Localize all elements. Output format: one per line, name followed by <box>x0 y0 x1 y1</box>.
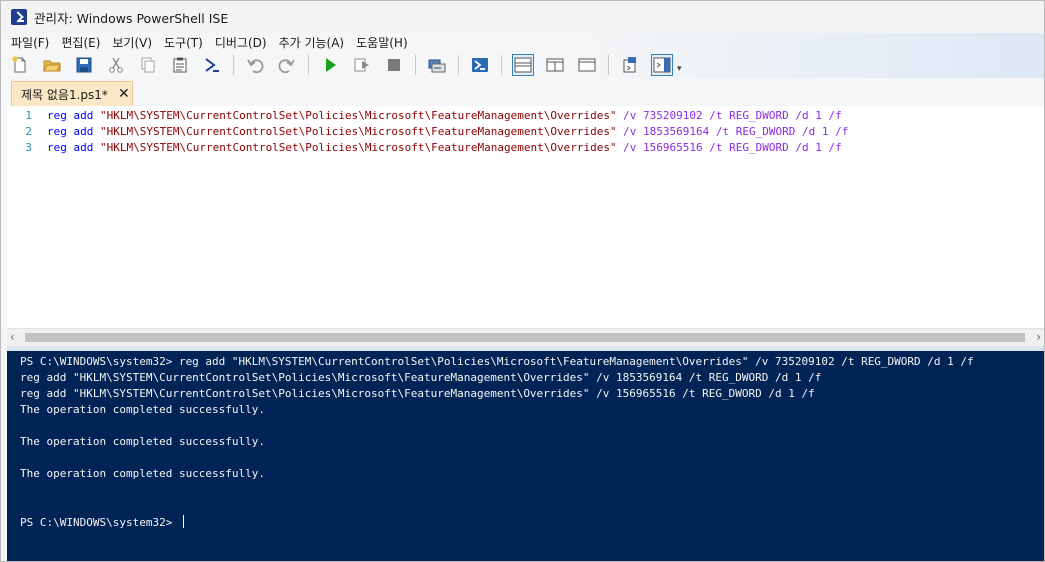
toolbar-separator <box>233 54 234 75</box>
run-selection-icon <box>354 58 369 71</box>
new-file-button[interactable] <box>9 54 31 76</box>
close-icon[interactable]: ✕ <box>118 87 130 101</box>
open-button[interactable] <box>41 54 63 76</box>
menu-file[interactable]: 파일(F) <box>5 34 55 51</box>
paste-icon <box>173 57 187 72</box>
token-command: reg <box>47 125 67 138</box>
line-number: 3 <box>25 141 32 154</box>
copy-icon <box>141 57 155 72</box>
cut-button[interactable] <box>105 54 127 76</box>
script-line: 2 reg add "HKLM\SYSTEM\CurrentControlSet\… <box>7 125 848 141</box>
console-pane[interactable]: PS C:\WINDOWS\system32> reg add "HKLM\SY… <box>7 351 1044 561</box>
menu-bar: 파일(F) 편집(E) 보기(V) 도구(T) 디버그(D) 추가 기능(A) … <box>1 33 1044 51</box>
horizontal-scrollbar[interactable]: ‹ › <box>7 328 1044 346</box>
layout-right-icon <box>546 58 564 71</box>
menu-edit[interactable]: 편집(E) <box>55 34 106 51</box>
token-command: reg <box>47 109 67 122</box>
powershell-ise-window: 관리자: Windows PowerShell ISE 파일(F) 편집(E) … <box>0 0 1045 562</box>
tab-untitled1[interactable]: 제목 없음1.ps1* ✕ <box>11 81 133 106</box>
show-commands-button[interactable] <box>651 53 673 76</box>
text-cursor <box>182 515 184 528</box>
powershell-button[interactable] <box>469 54 491 76</box>
console-line: reg add "HKLM\SYSTEM\CurrentControlSet\P… <box>20 387 815 400</box>
toolbar-separator <box>308 54 309 75</box>
layout-max-button[interactable] <box>576 54 598 76</box>
powershell-ise-icon <box>11 9 27 25</box>
tab-label: 제목 없음1.ps1* <box>21 87 108 102</box>
toolbar-separator <box>501 54 502 75</box>
show-script-icon <box>623 56 636 72</box>
console-prompt: PS C:\WINDOWS\system32> <box>20 516 179 529</box>
menu-help[interactable]: 도움말(H) <box>350 34 414 51</box>
line-number: 1 <box>25 109 32 122</box>
open-folder-icon <box>43 60 61 71</box>
token-argument: add <box>66 141 100 154</box>
token-command: reg <box>47 141 67 154</box>
toolbar: ▾ <box>1 51 1044 78</box>
layout-top-icon <box>514 57 532 72</box>
show-commands-icon <box>653 57 671 72</box>
menu-view[interactable]: 보기(V) <box>106 34 158 51</box>
console-line: PS C:\WINDOWS\system32> reg add "HKLM\SY… <box>20 355 974 368</box>
token-string: "HKLM\SYSTEM\CurrentControlSet\Policies\… <box>100 109 617 122</box>
show-script-button[interactable] <box>619 54 641 76</box>
redo-button[interactable] <box>276 54 298 76</box>
remote-powershell-icon <box>428 59 446 72</box>
new-file-icon <box>12 56 26 72</box>
console-prompt-line[interactable]: PS C:\WINDOWS\system32> <box>20 515 184 531</box>
toolbar-separator <box>415 54 416 75</box>
token-argument: add <box>66 125 100 138</box>
copy-button[interactable] <box>137 54 159 76</box>
scroll-right-icon[interactable]: › <box>1036 330 1041 344</box>
console-prompt-button[interactable] <box>201 54 223 76</box>
menu-tools[interactable]: 도구(T) <box>158 34 209 51</box>
layout-top-button[interactable] <box>512 53 534 76</box>
run-selection-button[interactable] <box>351 54 373 76</box>
run-script-icon <box>326 57 336 72</box>
title-bar: 관리자: Windows PowerShell ISE <box>1 1 1044 33</box>
scrollbar-thumb[interactable] <box>25 333 1025 342</box>
toolbar-separator <box>458 54 459 75</box>
token-params: /v 1853569164 /t REG_DWORD /d 1 /f <box>616 125 849 138</box>
cut-icon <box>109 57 123 73</box>
script-pane[interactable]: 1 reg add "HKLM\SYSTEM\CurrentControlSet\… <box>7 106 1044 328</box>
powershell-icon <box>472 57 488 72</box>
save-button[interactable] <box>73 54 95 76</box>
paste-button[interactable] <box>169 54 191 76</box>
token-params: /v 735209102 /t REG_DWORD /d 1 /f <box>616 109 842 122</box>
menu-debug[interactable]: 디버그(D) <box>209 34 273 51</box>
script-line: 1 reg add "HKLM\SYSTEM\CurrentControlSet\… <box>7 109 842 125</box>
run-script-button[interactable] <box>319 54 341 76</box>
save-icon <box>76 57 92 72</box>
toolbar-separator <box>608 54 609 75</box>
token-params: /v 156965516 /t REG_DWORD /d 1 /f <box>616 141 842 154</box>
undo-button[interactable] <box>244 54 266 76</box>
token-string: "HKLM\SYSTEM\CurrentControlSet\Policies\… <box>100 141 617 154</box>
stop-button[interactable] <box>383 54 405 76</box>
layout-right-button[interactable] <box>544 54 566 76</box>
window-title: 관리자: Windows PowerShell ISE <box>34 10 229 26</box>
redo-icon <box>278 58 295 73</box>
console-line: reg add "HKLM\SYSTEM\CurrentControlSet\P… <box>20 371 822 384</box>
scroll-left-icon[interactable]: ‹ <box>10 330 15 344</box>
remote-powershell-button[interactable] <box>426 54 448 76</box>
console-line: The operation completed successfully. <box>20 467 266 480</box>
console-line: The operation completed successfully. <box>20 403 266 416</box>
toolbar-overflow-icon[interactable]: ▾ <box>677 64 682 74</box>
line-number: 2 <box>25 125 32 138</box>
layout-max-icon <box>578 58 596 71</box>
token-string: "HKLM\SYSTEM\CurrentControlSet\Policies\… <box>100 125 617 138</box>
script-line: 3 reg add "HKLM\SYSTEM\CurrentControlSet\… <box>7 141 842 157</box>
console-prompt-icon <box>205 57 219 72</box>
stop-icon <box>388 58 400 71</box>
menu-addons[interactable]: 추가 기능(A) <box>273 34 351 51</box>
tab-strip: 제목 없음1.ps1* ✕ <box>1 78 1044 106</box>
undo-icon <box>247 58 264 73</box>
token-argument: add <box>66 109 100 122</box>
console-line: The operation completed successfully. <box>20 435 266 448</box>
